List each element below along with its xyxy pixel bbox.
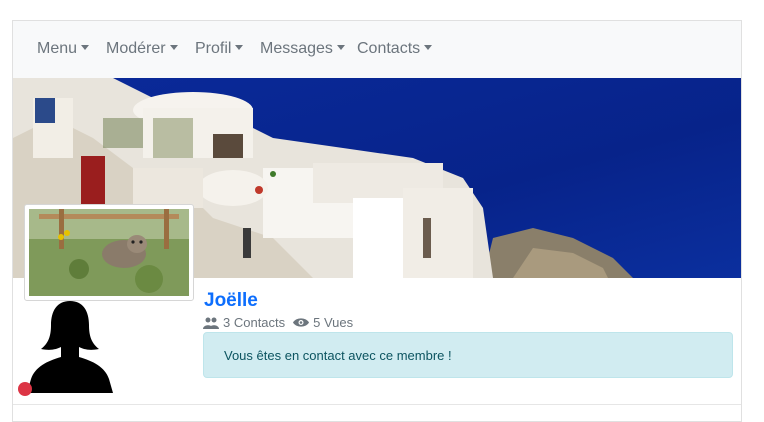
nav-menu-label: Menu [37, 40, 78, 57]
status-indicator [18, 382, 32, 396]
profile-photo[interactable] [24, 204, 194, 301]
nav-profil-label: Profil [195, 40, 232, 57]
caret-down-icon [81, 45, 90, 50]
contacts-stat[interactable]: 3 Contacts [203, 315, 285, 330]
nav-menu[interactable]: Menu [37, 40, 90, 58]
nav-moderer[interactable]: Modérer [106, 40, 178, 58]
views-count: 5 Vues [313, 315, 354, 330]
navbar: Menu Modérer Profil Messages Contacts [13, 21, 741, 79]
profile-card: Menu Modérer Profil Messages Contacts Jo… [12, 20, 742, 422]
caret-down-icon [169, 45, 178, 50]
contact-status-alert: Vous êtes en contact avec ce membre ! [203, 332, 733, 378]
profile-name[interactable]: Joëlle [204, 290, 258, 312]
nav-messages[interactable]: Messages [260, 40, 345, 58]
users-icon [203, 317, 219, 329]
caret-down-icon [424, 45, 433, 50]
views-stat: 5 Vues [293, 315, 353, 330]
contacts-count: 3 Contacts [223, 315, 286, 330]
nav-moderer-label: Modérer [106, 40, 166, 57]
nav-contacts[interactable]: Contacts [357, 40, 433, 58]
avatar [27, 301, 113, 393]
eye-icon [293, 318, 310, 327]
caret-down-icon [235, 45, 244, 50]
divider [13, 404, 741, 405]
contact-status-text: Vous êtes en contact avec ce membre ! [224, 348, 452, 363]
caret-down-icon [336, 45, 345, 50]
nav-profil[interactable]: Profil [195, 40, 244, 58]
nav-messages-label: Messages [260, 40, 333, 57]
profile-stats: 3 Contacts 5 Vues [203, 315, 361, 330]
nav-contacts-label: Contacts [357, 40, 421, 57]
